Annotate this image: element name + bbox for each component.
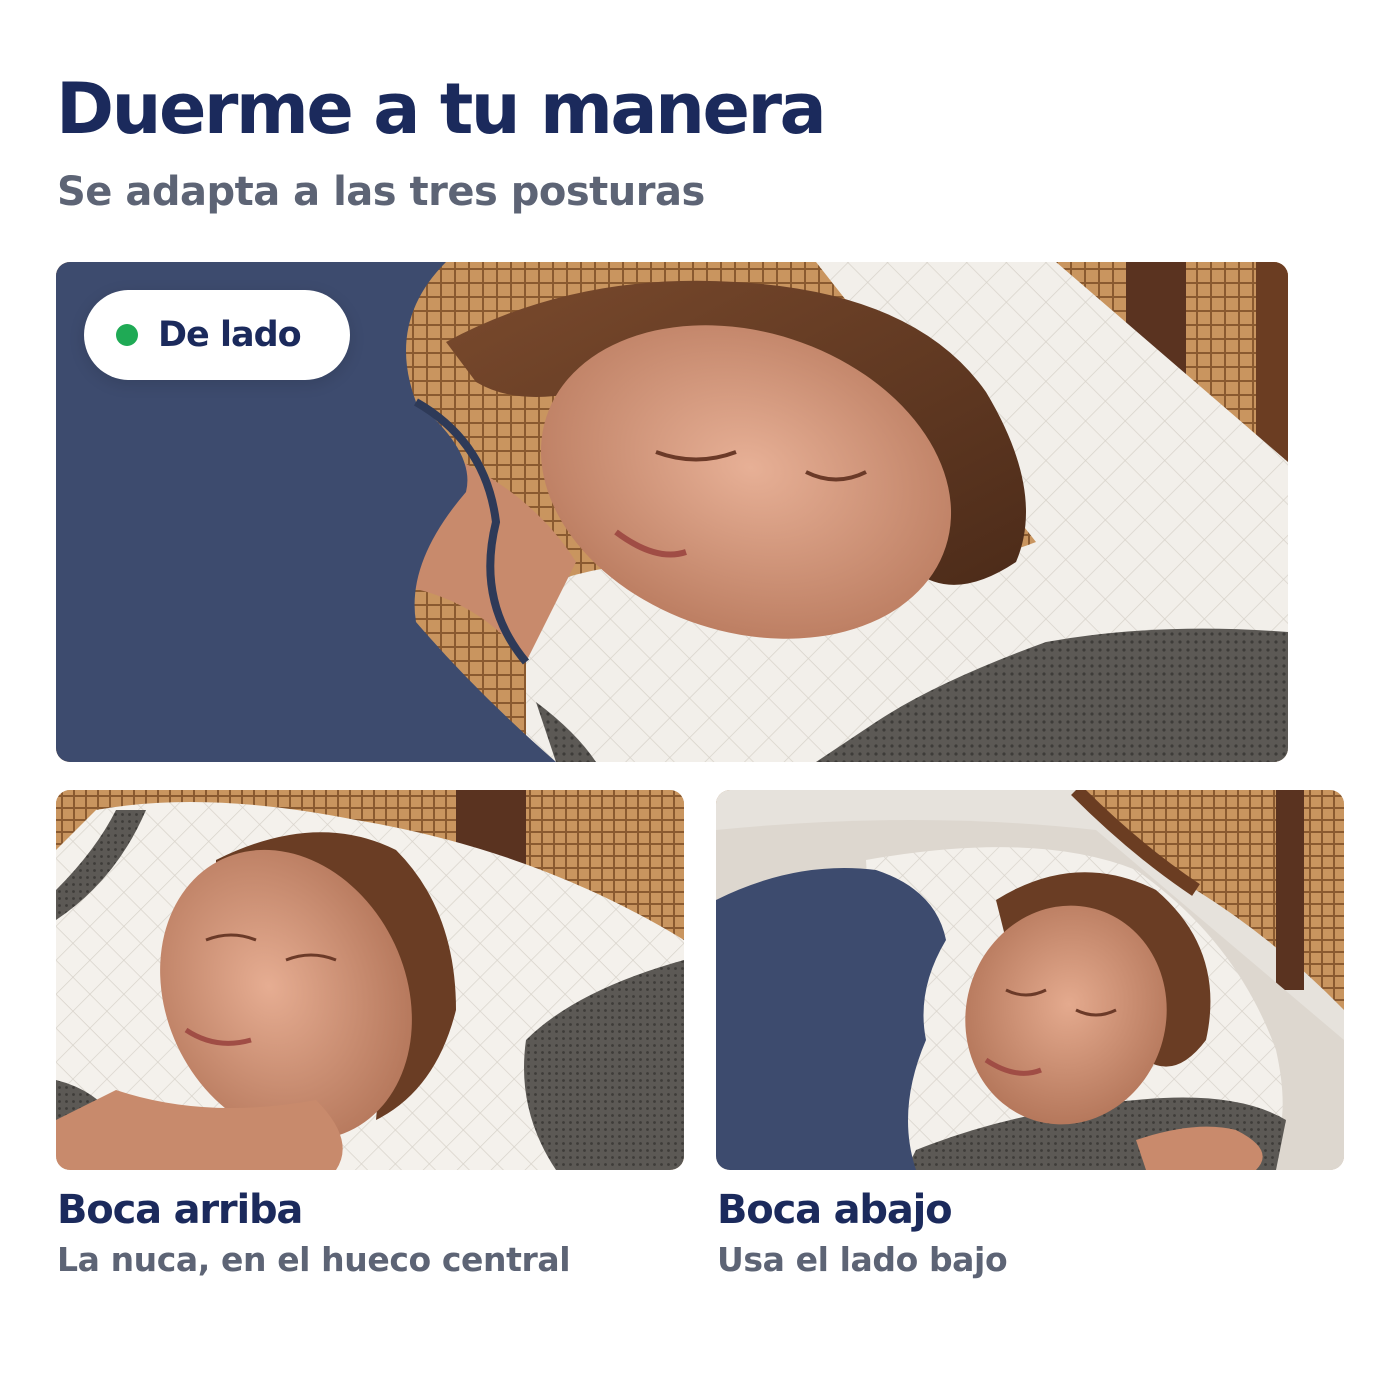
- back-position-caption: La nuca, en el hueco central: [57, 1240, 571, 1279]
- badge-label: De lado: [158, 315, 302, 355]
- stomach-position-caption: Usa el lado bajo: [717, 1240, 1008, 1279]
- back-sleeping-photo: [56, 790, 684, 1170]
- page-subtitle: Se adapta a las tres posturas: [57, 169, 705, 215]
- back-position-title: Boca arriba: [57, 1187, 303, 1233]
- status-dot-icon: [116, 324, 138, 346]
- page-title: Duerme a tu manera: [56, 68, 827, 150]
- stomach-position-title: Boca abajo: [717, 1187, 953, 1233]
- side-position-badge: De lado: [84, 290, 350, 380]
- stomach-sleeping-photo: [716, 790, 1344, 1170]
